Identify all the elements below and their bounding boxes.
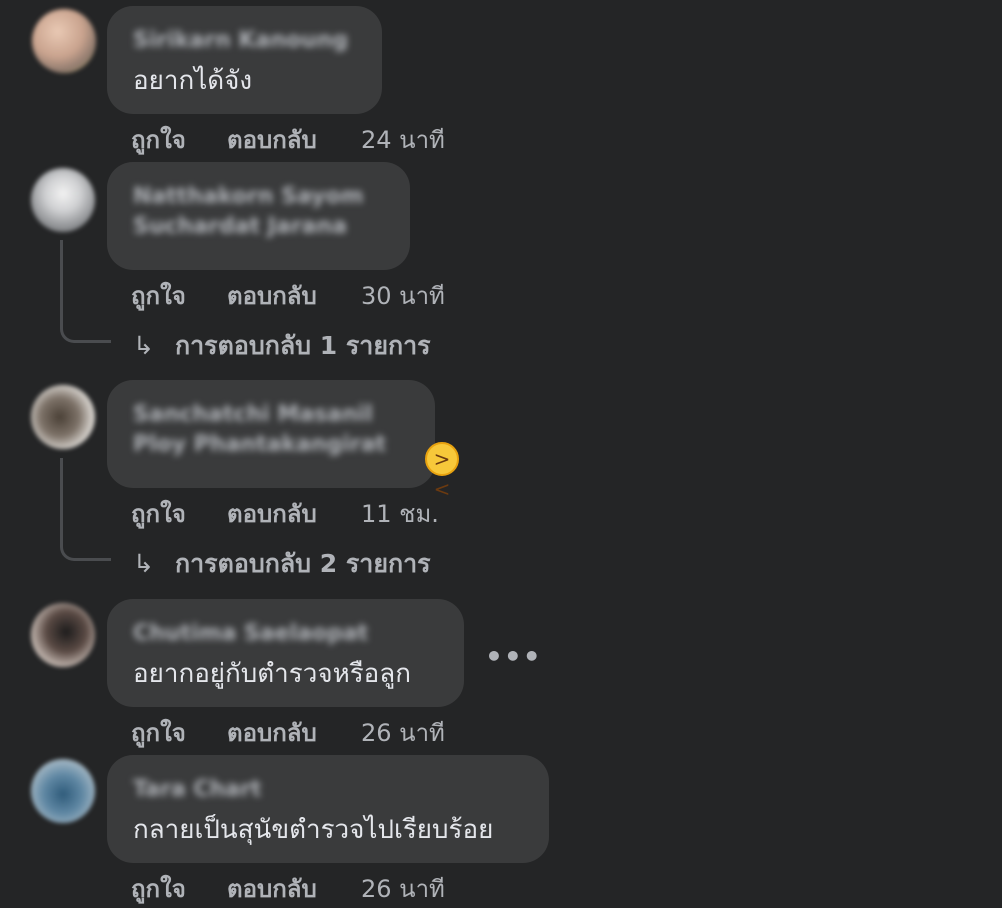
reply-button[interactable]: ตอบกลับ: [227, 120, 361, 159]
comment-bubble: Natthakorn Sayom Suchardat Jarana: [107, 162, 410, 270]
replies-count: การตอบกลับ 1 รายการ: [175, 331, 431, 360]
timestamp[interactable]: 26 นาที: [361, 713, 445, 752]
commenter-name-line2[interactable]: Ploy Phantakangirat: [133, 430, 409, 460]
grinning-squinting-face-icon: ><: [425, 442, 459, 501]
reply-button[interactable]: ตอบกลับ: [227, 494, 361, 533]
reply-button[interactable]: ตอบกลับ: [227, 276, 361, 315]
commenter-name[interactable]: Sanchatchi Masanil: [133, 400, 409, 430]
comment-actions: ถูกใจ ตอบกลับ 30 นาที: [131, 276, 445, 315]
comment-actions: ถูกใจ ตอบกลับ 26 นาที: [131, 869, 445, 908]
avatar[interactable]: [31, 168, 95, 232]
view-replies-link[interactable]: ↳ การตอบกลับ 2 รายการ: [133, 544, 431, 584]
reply-button[interactable]: ตอบกลับ: [227, 713, 361, 752]
comment-actions: ถูกใจ ตอบกลับ 26 นาที: [131, 713, 445, 752]
commenter-name[interactable]: Chutima Saelaopat: [133, 619, 438, 649]
comment-text: กลายเป็นสุนัขตำรวจไปเรียบร้อย: [133, 815, 494, 845]
avatar[interactable]: [31, 385, 95, 449]
timestamp[interactable]: 24 นาที: [361, 120, 445, 159]
like-button[interactable]: ถูกใจ: [131, 120, 227, 159]
reply-arrow-icon: ↳: [133, 549, 154, 578]
commenter-name[interactable]: Natthakorn Sayom: [133, 182, 384, 212]
reply-button[interactable]: ตอบกลับ: [227, 869, 361, 908]
comment-bubble: Tara Chart กลายเป็นสุนัขตำรวจไปเรียบร้อย: [107, 755, 549, 863]
like-button[interactable]: ถูกใจ: [131, 276, 227, 315]
timestamp[interactable]: 11 ชม.: [361, 494, 439, 533]
view-replies-link[interactable]: ↳ การตอบกลับ 1 รายการ: [133, 326, 431, 366]
comment-bubble: Chutima Saelaopat อยากอยู่กับตำรวจหรือลู…: [107, 599, 464, 707]
comment-bubble: Sirikarn Kanoung อยากได้จัง: [107, 6, 382, 114]
commenter-name[interactable]: Tara Chart: [133, 775, 523, 805]
timestamp[interactable]: 26 นาที: [361, 869, 445, 908]
timestamp[interactable]: 30 นาที: [361, 276, 445, 315]
thread-line: [60, 240, 111, 343]
like-button[interactable]: ถูกใจ: [131, 494, 227, 533]
avatar[interactable]: [31, 603, 95, 667]
comment-actions: ถูกใจ ตอบกลับ 11 ชม.: [131, 494, 439, 533]
avatar[interactable]: [31, 759, 95, 823]
replies-count: การตอบกลับ 2 รายการ: [175, 549, 431, 578]
comment-bubble: Sanchatchi Masanil Ploy Phantakangirat: [107, 380, 435, 488]
more-options-button[interactable]: •••: [485, 640, 542, 673]
like-button[interactable]: ถูกใจ: [131, 713, 227, 752]
commenter-name-line2[interactable]: Suchardat Jarana: [133, 212, 384, 242]
thread-line: [60, 458, 111, 561]
comment-text: อยากอยู่กับตำรวจหรือลูก: [133, 659, 411, 689]
comment-text: อยากได้จัง: [133, 66, 253, 96]
comment-actions: ถูกใจ ตอบกลับ 24 นาที: [131, 120, 445, 159]
reply-arrow-icon: ↳: [133, 331, 154, 360]
avatar[interactable]: [32, 9, 96, 73]
commenter-name[interactable]: Sirikarn Kanoung: [133, 26, 356, 56]
like-button[interactable]: ถูกใจ: [131, 869, 227, 908]
